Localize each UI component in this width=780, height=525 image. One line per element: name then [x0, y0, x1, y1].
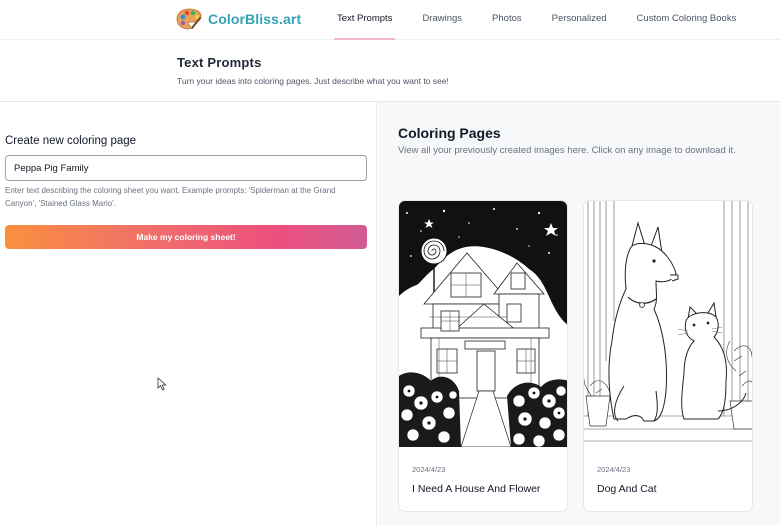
- create-panel: Create new coloring page Enter text desc…: [0, 101, 377, 525]
- dog-and-cat-image[interactable]: [584, 201, 753, 447]
- create-label: Create new coloring page: [5, 135, 137, 147]
- main-nav: Text Prompts Drawings Photos Personalize…: [330, 0, 759, 40]
- nav-drawings[interactable]: Drawings: [415, 0, 469, 40]
- card-date: 2024/4/23: [412, 465, 446, 474]
- make-coloring-sheet-button[interactable]: Make my coloring sheet!: [5, 225, 367, 249]
- nav-text-prompts[interactable]: Text Prompts: [330, 0, 399, 40]
- top-navigation-bar: ColorBliss.art Text Prompts Drawings Pho…: [0, 0, 780, 40]
- brand-logo[interactable]: ColorBliss.art: [176, 7, 301, 31]
- page-heading: Text Prompts Turn your ideas into colori…: [177, 55, 449, 86]
- card-title: I Need A House And Flower: [412, 483, 541, 495]
- card-title: Dog And Cat: [597, 483, 657, 495]
- palette-icon: [176, 8, 202, 30]
- prompt-hint: Enter text describing the coloring sheet…: [5, 186, 336, 208]
- nav-photos[interactable]: Photos: [485, 0, 529, 40]
- brand-name: ColorBliss.art: [208, 11, 302, 27]
- nav-personalized[interactable]: Personalized: [545, 0, 614, 40]
- nav-custom-coloring-books[interactable]: Custom Coloring Books: [630, 0, 744, 40]
- page-title: Text Prompts: [177, 55, 262, 70]
- page-subtitle: Turn your ideas into coloring pages. Jus…: [177, 76, 449, 86]
- mouse-cursor-icon: [157, 377, 167, 391]
- gallery-panel: Coloring Pages View all your previously …: [378, 101, 780, 525]
- coloring-page-card[interactable]: 2024/4/23 I Need A House And Flower: [398, 200, 568, 512]
- house-and-flowers-image[interactable]: [399, 201, 568, 447]
- coloring-page-card[interactable]: 2024/4/23 Dog And Cat: [583, 200, 753, 512]
- gallery-title: Coloring Pages: [398, 125, 501, 141]
- gallery-subtitle: View all your previously created images …: [398, 145, 736, 156]
- prompt-input[interactable]: [5, 155, 367, 181]
- card-date: 2024/4/23: [597, 465, 631, 474]
